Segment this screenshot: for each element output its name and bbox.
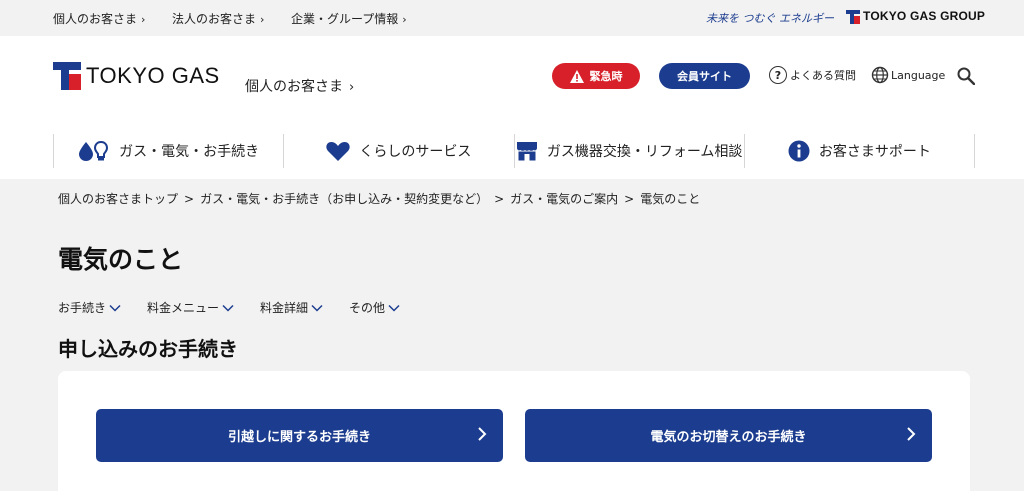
brand-slogan: 未来を つむぐ エネルギー (706, 12, 834, 25)
breadcrumb-item[interactable]: ガス・電気のご案内 (510, 192, 618, 206)
chevron-right-icon: › (260, 13, 265, 26)
search-button[interactable] (957, 67, 976, 89)
chevron-down-icon (222, 304, 234, 312)
faq-link[interactable]: ? よくある質問 (769, 66, 856, 84)
water-drop-bulb-icon (79, 140, 109, 161)
logo-text: TOKYO GAS (86, 63, 220, 88)
page-title: 電気のこと (58, 245, 184, 274)
nav-item-gas-electric[interactable]: ガス・電気・お手続き (53, 134, 283, 168)
chevron-right-icon: › (349, 80, 355, 95)
anchor-label: お手続き (58, 301, 107, 315)
procedures-card: 引越しに関するお手続き 電気のお切替えのお手続き (58, 371, 970, 491)
heart-icon (326, 142, 351, 161)
info-icon (788, 140, 810, 162)
language-label: Language (891, 68, 946, 82)
anchor-label: 料金詳細 (260, 301, 309, 315)
cta-label: 電気のお切替えのお手続き (650, 430, 807, 445)
topbar-link-label: 個人のお客さま (53, 12, 138, 26)
group-logo[interactable]: TOKYO GAS GROUP (846, 9, 986, 24)
breadcrumb-separator: > (494, 192, 505, 206)
topbar-link-label: 法人のお客さま (172, 12, 257, 26)
search-icon (957, 67, 976, 86)
breadcrumb-item[interactable]: ガス・電気・お手続き（お申し込み・契約変更など） (200, 192, 488, 206)
store-icon (516, 142, 537, 161)
anchor-procedures[interactable]: お手続き (58, 299, 121, 316)
switch-electricity-button[interactable]: 電気のお切替えのお手続き (525, 409, 932, 462)
nav-item-label: ガス機器交換・リフォーム相談 (546, 144, 743, 160)
emergency-button[interactable]: 緊急時 (552, 63, 640, 89)
anchor-pricing-menu[interactable]: 料金メニュー (147, 299, 234, 316)
breadcrumb-separator: > (184, 192, 195, 206)
nav-item-living-services[interactable]: くらしのサービス (283, 134, 513, 168)
group-logo-text: TOKYO GAS GROUP (863, 9, 986, 23)
section-title: 申し込みのお手続き (58, 337, 238, 361)
top-utility-bar: 個人のお客さま › 法人のお客さま › 企業・グループ情報 › 未来を つむぐ エネル… (0, 0, 1024, 36)
chevron-right-icon: › (402, 13, 407, 26)
breadcrumb-item[interactable]: 個人のお客さまトップ (58, 192, 178, 206)
chevron-down-icon (311, 304, 323, 312)
anchor-label: 料金メニュー (147, 301, 220, 315)
chevron-right-icon (478, 427, 487, 441)
topbar-link-personal[interactable]: 個人のお客さま › (53, 10, 145, 27)
topbar-link-label: 企業・グループ情報 (291, 12, 399, 26)
topbar-link-corporate[interactable]: 企業・グループ情報 › (291, 10, 407, 27)
breadcrumb-separator: > (624, 192, 635, 206)
question-icon: ? (769, 66, 787, 84)
topbar-link-business[interactable]: 法人のお客さま › (172, 10, 264, 27)
chevron-right-icon: › (141, 13, 146, 26)
chevron-down-icon (388, 304, 400, 312)
nav-item-label: くらしのサービス (359, 144, 472, 160)
moving-procedures-button[interactable]: 引越しに関するお手続き (96, 409, 503, 462)
member-site-label: 会員サイト (677, 70, 732, 83)
global-nav: ガス・電気・お手続き くらしのサービス ガス機器交換・リフォーム相談 お客さまサ… (53, 134, 975, 168)
site-name-link[interactable]: 個人のお客さま › (245, 76, 354, 96)
member-site-button[interactable]: 会員サイト (659, 63, 750, 89)
breadcrumb: 個人のお客さまトップ > ガス・電気・お手続き（お申し込み・契約変更など） > ガス・電… (58, 190, 700, 207)
site-header: TOKYO GAS 個人のお客さま › 緊急時 会員サイト ? よくある質問 La… (0, 36, 1024, 179)
nav-item-appliance-reform[interactable]: ガス機器交換・リフォーム相談 (513, 134, 744, 168)
nav-item-label: ガス・電気・お手続き (119, 144, 260, 160)
faq-label: よくある質問 (790, 69, 856, 82)
site-logo[interactable]: TOKYO GAS (53, 62, 220, 90)
tokyo-gas-mark-icon (846, 9, 860, 24)
chevron-down-icon (109, 304, 121, 312)
language-link[interactable]: Language (871, 66, 945, 84)
page-anchor-nav: お手続き 料金メニュー 料金詳細 その他 (58, 299, 426, 316)
tokyo-gas-mark-icon (53, 62, 81, 90)
nav-item-customer-support[interactable]: お客さまサポート (743, 134, 975, 168)
chevron-right-icon (907, 427, 916, 441)
anchor-label: その他 (349, 301, 386, 315)
anchor-pricing-details[interactable]: 料金詳細 (260, 299, 323, 316)
globe-icon (871, 66, 889, 84)
nav-item-label: お客さまサポート (818, 144, 931, 160)
breadcrumb-current: 電気のこと (640, 192, 701, 206)
cta-label: 引越しに関するお手続き (227, 430, 371, 445)
emergency-label: 緊急時 (589, 70, 623, 83)
warning-icon (569, 69, 584, 83)
anchor-other[interactable]: その他 (349, 299, 400, 316)
site-name-label: 個人のお客さま (245, 79, 343, 95)
